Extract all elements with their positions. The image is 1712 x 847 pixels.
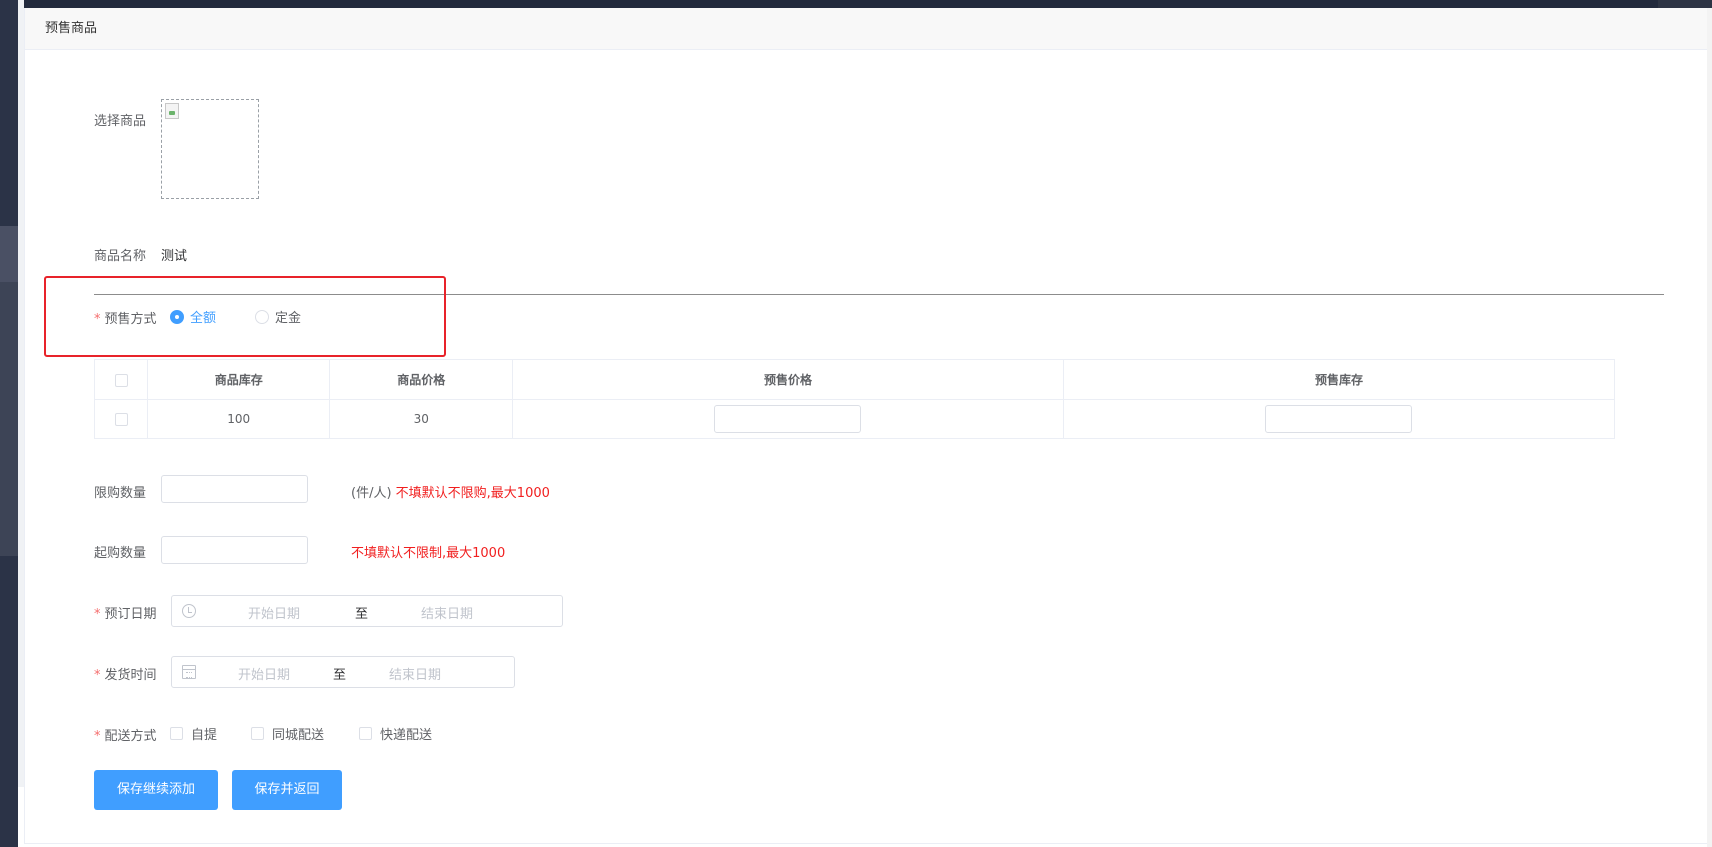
presale-mode-label: * 预售方式 — [94, 308, 157, 327]
express-label[interactable]: 快递配送 — [380, 728, 432, 743]
limit-qty-label: 限购数量 — [94, 486, 147, 501]
col-header-presale-stock: 预售库存 — [1062, 359, 1616, 400]
required-mark: * — [94, 729, 101, 744]
sidebar-active-item[interactable] — [0, 226, 18, 282]
col-header-presale-price: 预售价格 — [511, 359, 1064, 400]
top-navbar-right — [1658, 0, 1712, 8]
required-mark: * — [94, 668, 101, 683]
broken-image-icon — [165, 103, 179, 119]
radio-deposit[interactable]: 定金 — [255, 307, 301, 326]
radio-deposit-label[interactable]: 定金 — [275, 311, 301, 326]
scrollbar[interactable] — [1707, 8, 1712, 847]
top-navbar — [24, 0, 1712, 8]
select-all-checkbox[interactable] — [114, 373, 128, 387]
radio-deposit-icon[interactable] — [255, 309, 269, 324]
ship-time-range-picker[interactable]: 开始日期 至 结束日期 — [171, 656, 515, 688]
radio-full-label[interactable]: 全额 — [190, 311, 216, 326]
goods-name-label: 商品名称 — [94, 249, 147, 264]
row-select-cell — [94, 399, 148, 439]
row-checkbox[interactable] — [114, 413, 128, 426]
cell-price: 30 — [329, 399, 513, 439]
cell-stock: 100 — [146, 399, 331, 439]
min-qty-label: 起购数量 — [94, 546, 147, 561]
calendar-icon — [182, 665, 196, 679]
order-date-end[interactable]: 结束日期 — [421, 603, 473, 622]
radio-full-payment[interactable]: 全额 — [170, 307, 216, 326]
delivery-option-express[interactable]: 快递配送 — [359, 724, 432, 743]
delivery-option-pickup[interactable]: 自提 — [170, 724, 217, 743]
local-delivery-label[interactable]: 同城配送 — [272, 728, 324, 743]
clock-icon — [182, 604, 196, 618]
table-row: 100 30 — [94, 399, 1616, 439]
panel-title: 预售商品 — [25, 8, 1707, 50]
presale-stock-input[interactable] — [1265, 405, 1413, 433]
ship-time-start[interactable]: 开始日期 — [238, 664, 290, 683]
select-goods-label: 选择商品 — [94, 114, 147, 129]
goods-image-picker[interactable] — [161, 99, 259, 199]
delivery-label-text: 配送方式 — [104, 729, 157, 744]
sidebar-submenu — [0, 282, 18, 556]
goods-name-value: 测试 — [161, 249, 188, 264]
order-date-label: * 预订日期 — [94, 603, 157, 622]
min-qty-hint: 不填默认不限制,最大1000 — [351, 546, 506, 561]
cell-presale-price — [511, 399, 1064, 439]
col-header-stock: 商品库存 — [146, 359, 331, 400]
limit-qty-hint-text: 不填默认不限购,最大1000 — [395, 486, 550, 501]
sku-table: 商品库存 商品价格 预售价格 预售库存 100 30 — [94, 359, 1616, 439]
presale-goods-panel: 预售商品 选择商品 商品名称 测试 * 预售方式 全额 定金 商品库存 商品价格 … — [24, 8, 1707, 844]
presale-mode-label-text: 预售方式 — [104, 312, 157, 327]
select-all-cell — [94, 359, 148, 400]
ship-time-separator: 至 — [333, 668, 347, 683]
limit-qty-unit: (件/人) — [351, 486, 392, 501]
save-return-button[interactable]: 保存并返回 — [232, 770, 342, 810]
order-date-separator: 至 — [355, 607, 369, 622]
min-qty-input[interactable] — [161, 536, 308, 564]
order-date-range-picker[interactable]: 开始日期 至 结束日期 — [171, 595, 563, 627]
pickup-label[interactable]: 自提 — [191, 728, 217, 743]
sidebar-strip — [0, 0, 18, 847]
order-date-start[interactable]: 开始日期 — [248, 603, 300, 622]
radio-full-icon[interactable] — [170, 309, 184, 324]
local-delivery-checkbox[interactable] — [251, 727, 264, 740]
presale-price-input[interactable] — [714, 405, 862, 433]
ship-time-label-text: 发货时间 — [104, 668, 157, 683]
express-checkbox[interactable] — [359, 727, 372, 740]
limit-qty-input[interactable] — [161, 475, 308, 503]
limit-qty-hint: (件/人) 不填默认不限购,最大1000 — [351, 482, 550, 501]
col-header-price: 商品价格 — [329, 359, 513, 400]
ship-time-end[interactable]: 结束日期 — [389, 664, 441, 683]
delivery-label: * 配送方式 — [94, 725, 157, 744]
order-date-label-text: 预订日期 — [104, 607, 157, 622]
save-continue-button[interactable]: 保存继续添加 — [94, 770, 218, 810]
ship-time-label: * 发货时间 — [94, 664, 157, 683]
delivery-option-local[interactable]: 同城配送 — [251, 724, 324, 743]
pickup-checkbox[interactable] — [170, 727, 183, 740]
table-header-row: 商品库存 商品价格 预售价格 预售库存 — [94, 359, 1616, 400]
cell-presale-stock — [1062, 399, 1616, 439]
required-mark: * — [94, 312, 101, 327]
required-mark: * — [94, 607, 101, 622]
